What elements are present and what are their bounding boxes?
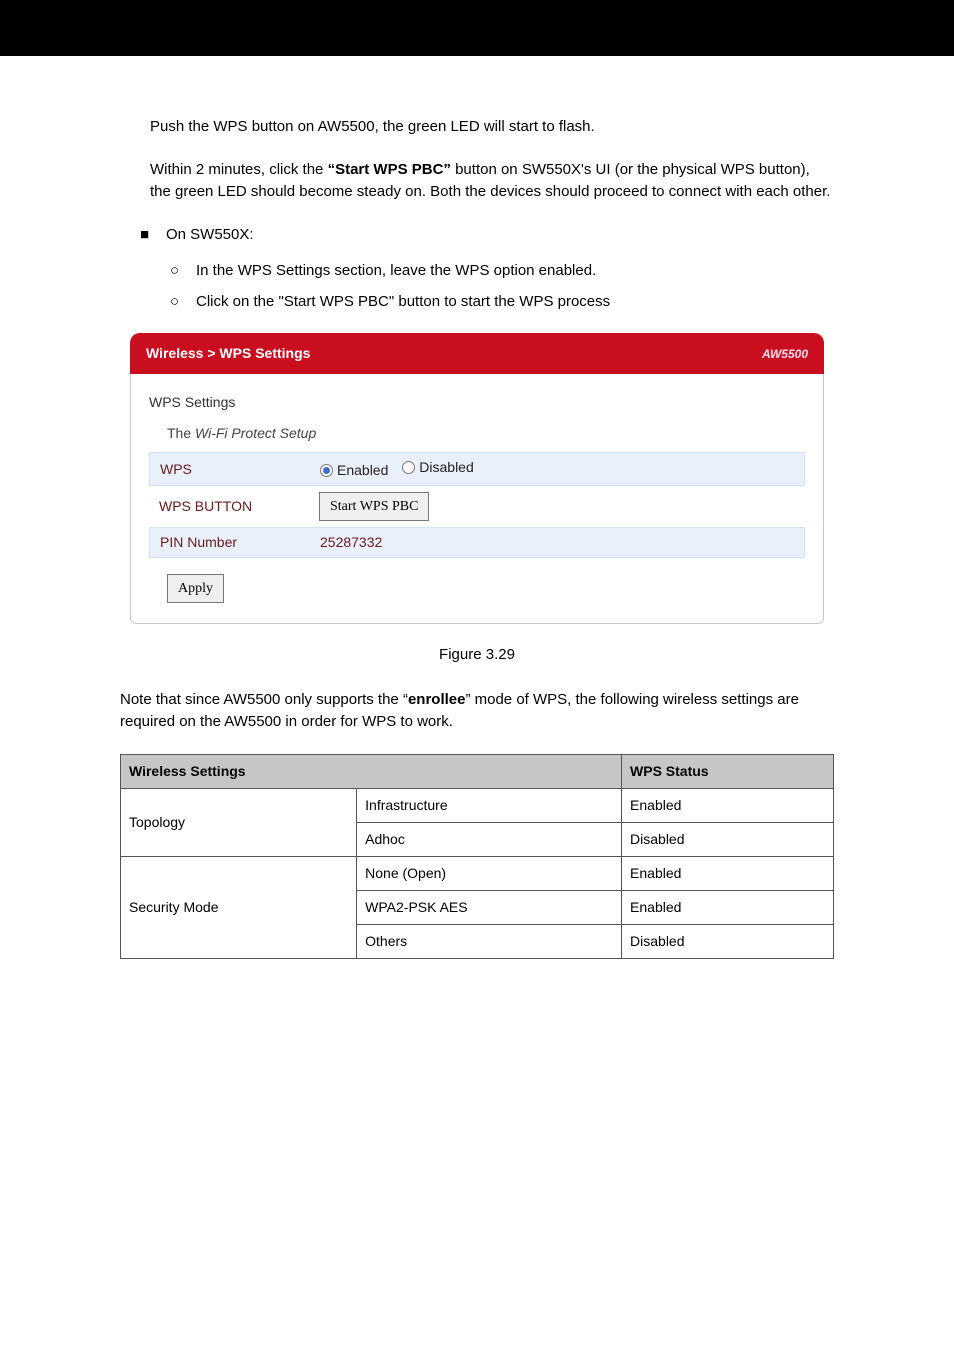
radio-label: Enabled (337, 460, 388, 481)
field-label: WPS (160, 459, 320, 480)
table-row: Topology Infrastructure Enabled (121, 788, 834, 822)
note-paragraph: Note that since AW5500 only supports the… (120, 689, 834, 734)
bullet-text: On SW550X: (166, 224, 254, 247)
th-wireless-settings: Wireless Settings (121, 754, 622, 788)
header-bar (0, 0, 954, 56)
cell-security-mode: Security Mode (121, 856, 357, 958)
sub-bullet-item: ○ Click on the "Start WPS PBC" button to… (170, 291, 834, 314)
pin-number-value: 25287332 (320, 532, 382, 553)
cell: Infrastructure (357, 788, 622, 822)
text-italic: Wi-Fi Protect Setup (195, 425, 316, 441)
cell: Enabled (622, 788, 834, 822)
cell: Disabled (622, 924, 834, 958)
radio-disabled[interactable]: Disabled (402, 457, 473, 478)
table-row: Security Mode None (Open) Enabled (121, 856, 834, 890)
radio-group: Enabled Disabled (320, 457, 484, 481)
wps-settings-panel: Wireless > WPS Settings AW5500 WPS Setti… (130, 333, 824, 624)
bullet-item: ■ On SW550X: (140, 224, 834, 247)
cell: Others (357, 924, 622, 958)
page-content: Push the WPS button on AW5500, the green… (0, 56, 954, 959)
text: Note that since AW5500 only supports the… (120, 691, 408, 708)
apply-button[interactable]: Apply (167, 574, 224, 603)
form-row-pin: PIN Number 25287332 (149, 527, 805, 558)
form-row-wps: WPS Enabled Disabled (149, 452, 805, 486)
sub-bullet-text: Click on the "Start WPS PBC" button to s… (196, 291, 610, 314)
cell: None (Open) (357, 856, 622, 890)
cell: Enabled (622, 890, 834, 924)
cell-topology: Topology (121, 788, 357, 856)
panel-header: Wireless > WPS Settings AW5500 (130, 333, 824, 374)
field-label: WPS BUTTON (159, 496, 319, 517)
cell: Enabled (622, 856, 834, 890)
text: Within 2 minutes, click the (150, 161, 328, 178)
open-circle-icon: ○ (170, 291, 186, 314)
square-bullet-icon: ■ (140, 224, 156, 247)
radio-enabled[interactable]: Enabled (320, 460, 388, 481)
panel-body: WPS Settings The Wi-Fi Protect Setup WPS… (130, 374, 824, 624)
radio-dot-selected (320, 464, 333, 477)
field-label: PIN Number (160, 532, 320, 553)
form-row-wps-button: WPS BUTTON Start WPS PBC (159, 492, 805, 521)
device-model-label: AW5500 (762, 345, 808, 363)
breadcrumb: Wireless > WPS Settings (146, 343, 310, 364)
th-wps-status: WPS Status (622, 754, 834, 788)
fieldset-subtitle: The Wi-Fi Protect Setup (167, 423, 805, 444)
start-wps-pbc-button[interactable]: Start WPS PBC (319, 492, 429, 521)
fieldset-title: WPS Settings (149, 392, 805, 413)
cell: WPA2-PSK AES (357, 890, 622, 924)
button-ref: “Start WPS PBC” (328, 161, 451, 178)
wps-support-table: Wireless Settings WPS Status Topology In… (120, 754, 834, 959)
sub-bullet-text: In the WPS Settings section, leave the W… (196, 260, 596, 283)
mode-name: enrollee (408, 691, 466, 708)
text: The (167, 425, 195, 441)
open-circle-icon: ○ (170, 260, 186, 283)
paragraph: Within 2 minutes, click the “Start WPS P… (120, 159, 834, 204)
cell: Adhoc (357, 822, 622, 856)
radio-label: Disabled (419, 457, 473, 478)
table-header-row: Wireless Settings WPS Status (121, 754, 834, 788)
radio-dot (402, 461, 415, 474)
cell: Disabled (622, 822, 834, 856)
sub-bullet-item: ○ In the WPS Settings section, leave the… (170, 260, 834, 283)
figure-caption: Figure 3.29 (120, 644, 834, 667)
paragraph: Push the WPS button on AW5500, the green… (120, 116, 834, 139)
